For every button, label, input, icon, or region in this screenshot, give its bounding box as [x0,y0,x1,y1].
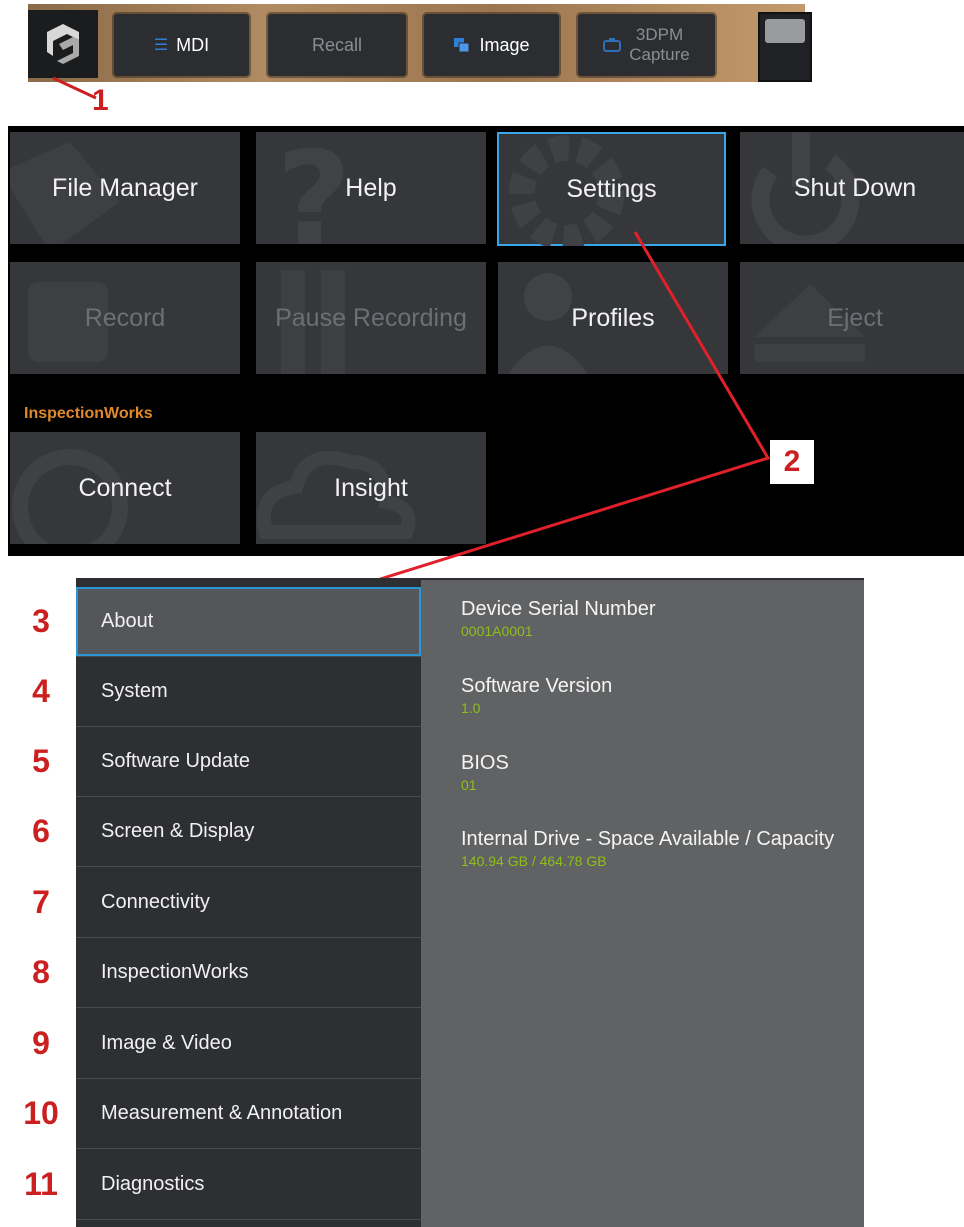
list-icon: ☰ [153,37,169,54]
callout-9: 9 [32,1025,50,1061]
profiles-label: Profiles [571,303,655,332]
eject-label: Eject [827,303,883,332]
callout-8: 8 [32,954,50,990]
inspectionworks-label: InspectionWorks [101,961,249,983]
callout-7: 7 [32,884,50,920]
capture-label-line2: Capture [629,45,690,64]
shut-down-label: Shut Down [793,173,917,202]
svg-text:?: ? [276,132,351,244]
connect-tile[interactable]: Connect [10,432,240,544]
top-toolbar: ☰ MDI Recall Image 3DPM Capture [28,4,812,82]
settings-panel: About System Software Update Screen & Di… [76,578,864,1227]
image-button[interactable]: Image [424,14,559,76]
insight-tile[interactable]: Insight [256,432,486,544]
measurement-annotation-label: Measurement & Annotation [101,1102,343,1124]
profiles-tile[interactable]: Profiles [498,262,728,374]
callout-2: 2 [770,440,814,484]
connectivity-label: Connectivity [101,891,210,913]
record-tile[interactable]: Record [10,262,240,374]
callout-6: 6 [32,813,50,849]
settings-nav-system[interactable]: System [76,657,421,727]
bios-row: BIOS 01 [461,752,509,793]
3dpm-capture-button[interactable]: 3DPM Capture [578,14,715,76]
settings-nav-measurement-annotation[interactable]: Measurement & Annotation [76,1079,421,1149]
callout-3: 3 [32,603,50,639]
serial-number-label: Device Serial Number [461,598,656,620]
inspectionworks-section-label: InspectionWorks [24,405,153,422]
settings-label: Settings [566,174,657,203]
internal-drive-row: Internal Drive - Space Available / Capac… [461,828,834,869]
settings-nav-image-video[interactable]: Image & Video [76,1009,421,1079]
settings-sidebar: About System Software Update Screen & Di… [76,580,421,1227]
internal-drive-value: 140.94 GB / 464.78 GB [461,853,607,869]
insight-label: Insight [334,473,408,502]
main-menu-panel: File Manager ? Help Settings Shut Down R… [8,126,964,556]
camera-icon [603,38,622,52]
help-tile[interactable]: ? Help [256,132,486,244]
shut-down-tile[interactable]: Shut Down [740,132,964,244]
image-icon [454,38,470,53]
image-video-label: Image & Video [101,1032,232,1054]
callout-5: 5 [32,743,50,779]
bios-value: 01 [461,777,477,793]
settings-nav-software-update[interactable]: Software Update [76,727,421,797]
settings-nav-inspectionworks[interactable]: InspectionWorks [76,938,421,1008]
settings-nav-connectivity[interactable]: Connectivity [76,868,421,938]
callout-11: 11 [24,1166,58,1202]
system-label: System [101,680,168,702]
record-label: Record [84,303,166,332]
connect-label: Connect [78,473,172,502]
main-menu-logo-button[interactable] [28,10,98,78]
about-label: About [101,610,154,632]
file-manager-label: File Manager [52,173,198,202]
help-label: Help [345,173,397,202]
serial-number-row: Device Serial Number 0001A0001 [461,598,656,639]
recall-label: Recall [311,34,363,55]
diagnostics-label: Diagnostics [101,1173,205,1195]
software-update-label: Software Update [101,750,250,772]
callout-1: 1 [92,84,109,117]
settings-nav-screen-display[interactable]: Screen & Display [76,797,421,867]
pause-recording-tile[interactable]: Pause Recording [256,262,486,374]
callout-4: 4 [32,673,50,709]
eject-tile[interactable]: Eject [740,262,964,374]
bios-label: BIOS [461,752,509,774]
callout-10: 10 [23,1095,59,1131]
file-manager-tile[interactable]: File Manager [10,132,240,244]
capture-label-line1: 3DPM [635,25,684,44]
pause-recording-label: Pause Recording [275,303,467,332]
screen-display-label: Screen & Display [101,820,255,842]
software-version-value: 1.0 [461,700,481,716]
settings-tile[interactable]: Settings [497,132,726,246]
mdi-button[interactable]: ☰ MDI [114,14,249,76]
mdi-label: MDI [176,34,210,55]
software-version-row: Software Version 1.0 [461,675,612,716]
settings-nav-about[interactable]: About [76,587,421,657]
image-label: Image [479,34,530,55]
settings-nav-diagnostics[interactable]: Diagnostics [76,1150,421,1220]
software-version-label: Software Version [461,675,613,697]
logo-icon [47,24,79,64]
internal-drive-label: Internal Drive - Space Available / Capac… [461,828,835,850]
toggle-knob [765,19,805,43]
recall-button[interactable]: Recall [268,14,406,76]
serial-number-value: 0001A0001 [461,623,533,639]
view-toggle-button[interactable] [758,12,812,82]
